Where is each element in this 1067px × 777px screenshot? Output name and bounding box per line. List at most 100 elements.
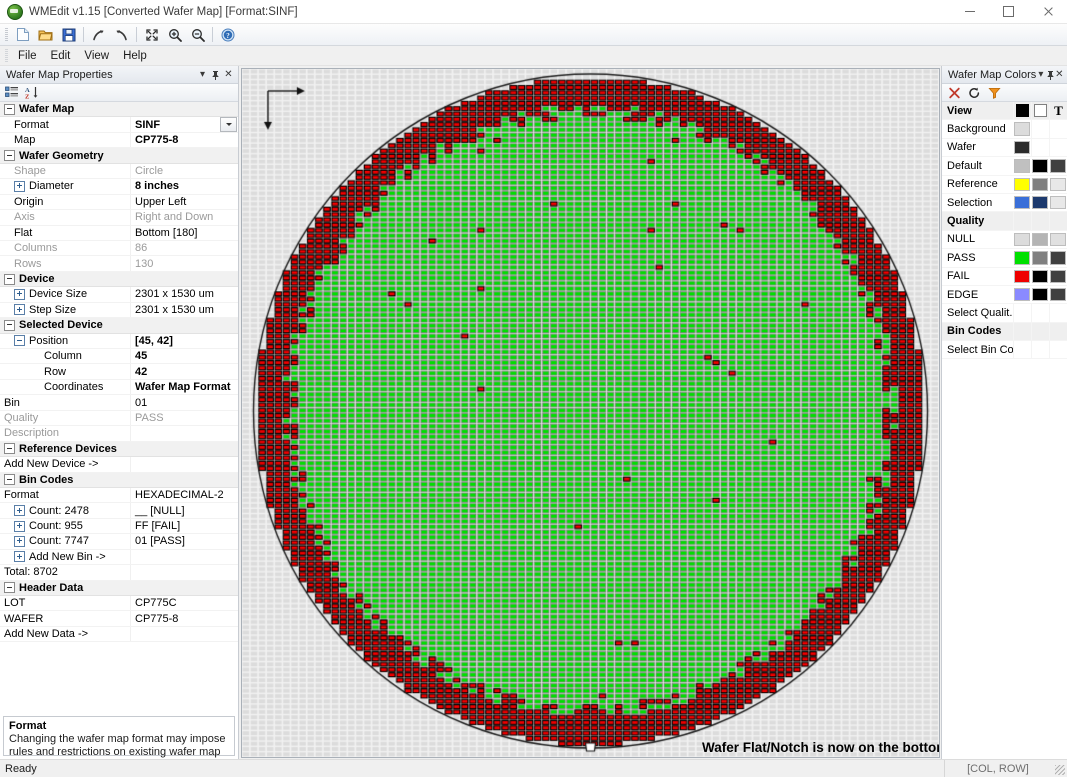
- property-value-cell[interactable]: 2301 x 1530 um: [130, 302, 238, 318]
- property-row[interactable]: Origin Upper Left: [0, 194, 238, 211]
- properties-close-icon[interactable]: ✕: [222, 68, 235, 82]
- property-row[interactable]: LOT CP775C: [0, 596, 238, 612]
- property-row[interactable]: Count: 955 FF [FAIL]: [0, 518, 238, 535]
- property-row[interactable]: Rows 130: [0, 256, 238, 272]
- colors-row[interactable]: Background: [942, 120, 1067, 139]
- color-swatch[interactable]: [1032, 159, 1048, 173]
- property-value-cell[interactable]: [130, 626, 238, 642]
- save-button[interactable]: [57, 24, 80, 45]
- property-value-cell[interactable]: 86: [130, 240, 238, 256]
- colors-row[interactable]: Default: [942, 157, 1067, 176]
- property-value-cell[interactable]: [45, 42]: [130, 333, 238, 348]
- expand-icon[interactable]: [14, 505, 25, 517]
- color-swatch[interactable]: [1032, 195, 1048, 210]
- property-row[interactable]: Quality PASS: [0, 410, 238, 427]
- colors-pin-icon[interactable]: [1045, 68, 1054, 82]
- property-value-cell[interactable]: Bottom [180]: [130, 225, 238, 240]
- property-value-cell[interactable]: [130, 102, 238, 116]
- color-swatch[interactable]: [1050, 232, 1066, 247]
- open-folder-button[interactable]: [34, 24, 57, 45]
- color-swatch[interactable]: [1032, 269, 1048, 283]
- property-row[interactable]: Position [45, 42]: [0, 333, 238, 349]
- reset-colors-button[interactable]: [966, 85, 982, 100]
- collapse-icon[interactable]: [4, 474, 15, 486]
- property-row[interactable]: Format SINF: [0, 117, 238, 133]
- colors-grid[interactable]: View T Background Wafer Default Reference Sele…: [942, 102, 1067, 360]
- color-swatch[interactable]: [1014, 232, 1030, 247]
- fill-color-icon[interactable]: [1013, 102, 1031, 120]
- wafer-canvas-container[interactable]: Wafer Flat/Notch is now on the bottom: [241, 68, 940, 758]
- color-swatch[interactable]: [1014, 195, 1030, 210]
- property-value-cell[interactable]: 45: [130, 349, 238, 364]
- property-row[interactable]: Count: 2478 __ [NULL]: [0, 503, 238, 519]
- property-value-cell[interactable]: 8 inches: [130, 179, 238, 194]
- color-swatch[interactable]: [1050, 269, 1066, 283]
- color-swatch[interactable]: [1032, 251, 1048, 265]
- expand-icon[interactable]: [14, 288, 25, 300]
- border-color-icon[interactable]: [1031, 102, 1049, 120]
- menu-item-file[interactable]: File: [11, 48, 44, 64]
- color-swatch[interactable]: [1050, 287, 1066, 302]
- property-value-cell[interactable]: 42: [130, 364, 238, 379]
- property-category-row[interactable]: Selected Device: [0, 318, 238, 334]
- color-swatch[interactable]: [1014, 287, 1030, 302]
- property-value-cell[interactable]: [130, 148, 238, 162]
- property-value-cell[interactable]: Upper Left: [130, 194, 238, 210]
- collapse-icon[interactable]: [4, 443, 15, 455]
- collapse-icon[interactable]: [4, 582, 15, 594]
- colors-category-row[interactable]: View T: [942, 102, 1067, 121]
- property-value-cell[interactable]: [130, 565, 238, 580]
- undo-button[interactable]: [110, 24, 133, 45]
- redo-button[interactable]: [87, 24, 110, 45]
- color-swatch[interactable]: [1014, 251, 1030, 265]
- property-value-cell[interactable]: [130, 473, 238, 487]
- menu-item-edit[interactable]: Edit: [44, 48, 78, 64]
- property-value-cell[interactable]: [130, 549, 238, 565]
- property-value-cell[interactable]: __ [NULL]: [130, 503, 238, 518]
- property-row[interactable]: Step Size 2301 x 1530 um: [0, 302, 238, 319]
- colors-row[interactable]: EDGE: [942, 286, 1067, 305]
- property-category-row[interactable]: Header Data: [0, 580, 238, 596]
- properties-pin-icon[interactable]: [209, 68, 222, 82]
- property-value-cell[interactable]: 01: [130, 395, 238, 410]
- expand-icon[interactable]: [14, 520, 25, 532]
- property-row[interactable]: Description: [0, 426, 238, 442]
- property-category-row[interactable]: Reference Devices: [0, 441, 238, 458]
- colors-row[interactable]: NULL: [942, 231, 1067, 250]
- property-row[interactable]: Format HEXADECIMAL-2: [0, 487, 238, 504]
- color-swatch[interactable]: [1014, 177, 1030, 191]
- property-value-cell[interactable]: CP775C: [130, 596, 238, 611]
- color-swatch[interactable]: [1032, 287, 1048, 302]
- color-swatch[interactable]: [1050, 159, 1066, 173]
- delete-color-button[interactable]: [946, 85, 962, 100]
- property-row[interactable]: Axis Right and Down: [0, 210, 238, 226]
- color-swatch[interactable]: [1050, 177, 1066, 191]
- property-value-cell[interactable]: [130, 426, 238, 441]
- text-color-icon[interactable]: T: [1049, 102, 1067, 120]
- property-row[interactable]: Add New Device ->: [0, 457, 238, 473]
- property-category-row[interactable]: Wafer Map: [0, 102, 238, 118]
- property-row[interactable]: Row 42: [0, 364, 238, 380]
- property-row[interactable]: Add New Data ->: [0, 626, 238, 643]
- color-swatch[interactable]: [1014, 140, 1030, 155]
- property-value-cell[interactable]: [130, 457, 238, 472]
- colors-row[interactable]: PASS: [942, 249, 1067, 268]
- color-swatch[interactable]: [1032, 232, 1048, 247]
- new-file-button[interactable]: [11, 24, 34, 45]
- properties-dropdown-icon[interactable]: ▾: [196, 68, 209, 82]
- property-value-cell[interactable]: [130, 581, 238, 595]
- colors-row[interactable]: Selection: [942, 194, 1067, 213]
- minimize-button[interactable]: [950, 0, 989, 23]
- color-swatch[interactable]: [1014, 159, 1030, 173]
- property-value-cell[interactable]: [130, 318, 238, 332]
- wafer-map-canvas[interactable]: [242, 69, 939, 757]
- alphabetical-sort-button[interactable]: A Z: [24, 85, 40, 100]
- colors-row[interactable]: Select Bin Co...: [942, 341, 1067, 360]
- property-value-cell[interactable]: CP775-8: [130, 611, 238, 626]
- collapse-icon[interactable]: [14, 335, 25, 347]
- collapse-icon[interactable]: [4, 103, 15, 115]
- maximize-button[interactable]: [989, 0, 1028, 23]
- close-button[interactable]: [1028, 0, 1067, 23]
- color-swatch[interactable]: [1014, 269, 1030, 283]
- property-category-row[interactable]: Device: [0, 271, 238, 288]
